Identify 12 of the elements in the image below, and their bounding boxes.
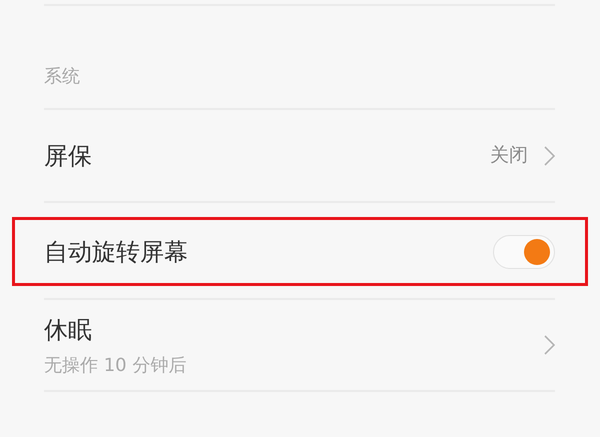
section-header: 系统 <box>44 65 80 89</box>
chevron-right-icon <box>544 146 555 166</box>
setting-subtitle: 无操作 10 分钟后 <box>44 354 188 378</box>
toggle-switch[interactable] <box>493 234 555 268</box>
settings-row[interactable]: 屏保 关闭 <box>12 110 588 201</box>
setting-title: 自动旋转屏幕 <box>44 236 189 268</box>
chevron-right-icon <box>544 335 555 355</box>
setting-value: 关闭 <box>490 143 528 168</box>
setting-title: 屏保 <box>44 140 93 172</box>
settings-row[interactable]: 自动旋转屏幕 <box>12 217 588 286</box>
settings-row[interactable]: 休眠 无操作 10 分钟后 <box>12 300 588 390</box>
setting-title: 休眠 <box>44 314 93 346</box>
